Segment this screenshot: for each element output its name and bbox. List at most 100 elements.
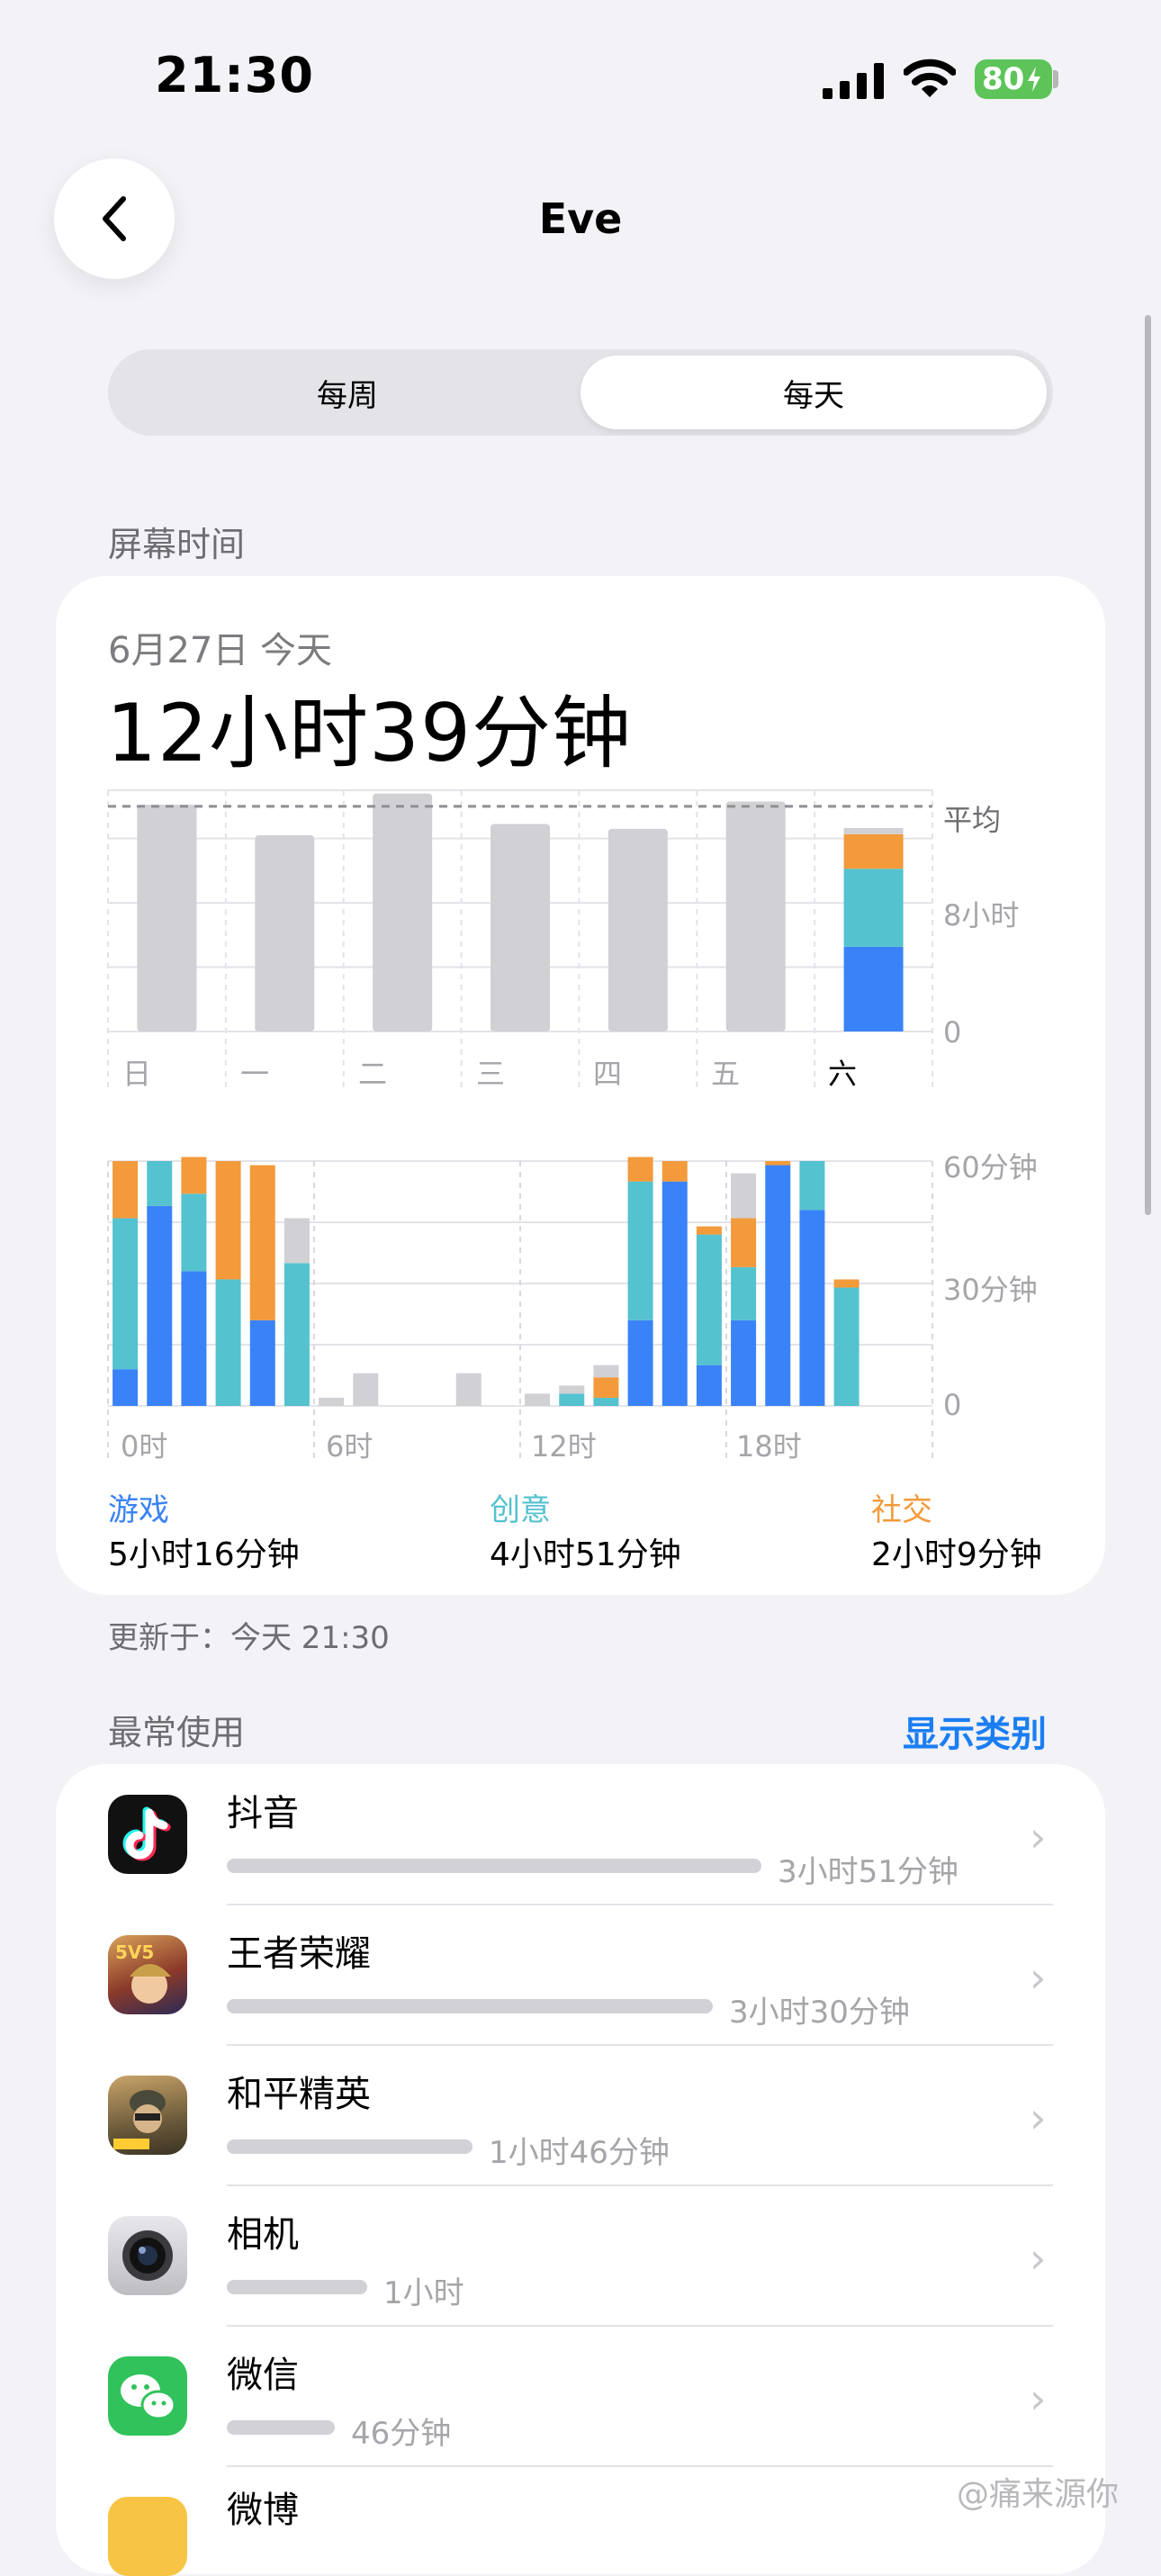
daily-bar — [490, 824, 550, 1031]
hourly-bar-creative — [833, 1287, 860, 1406]
daily-bar-segment-other — [843, 827, 904, 834]
daily-bar — [137, 805, 197, 1031]
hourly-bar-creative — [147, 1161, 173, 1206]
hourly-bar-other — [525, 1393, 551, 1406]
hourly-bar-games — [112, 1369, 139, 1406]
usage-bar — [227, 2420, 335, 2435]
hourly-bar-social — [215, 1161, 241, 1280]
legend-label-creative: 创意 — [490, 1492, 551, 1528]
app-row-wechat[interactable] — [56, 2327, 1105, 2465]
app-name: 微博 — [227, 2490, 299, 2531]
hourly-bar-other — [319, 1397, 345, 1406]
chevron-right-icon: › — [1030, 1813, 1047, 1861]
hourly-bar-creative — [627, 1181, 653, 1320]
app-usage-time: 1小时 — [383, 2275, 464, 2311]
daily-bar — [608, 828, 668, 1031]
app-name: 王者荣耀 — [227, 1933, 371, 1975]
svg-text:5V5: 5V5 — [115, 1941, 154, 1963]
daily-bar-segment-social — [843, 833, 904, 869]
hourly-bar-creative — [696, 1234, 722, 1365]
daily-bar-chart[interactable] — [0, 0, 1161, 1116]
day-label: 五 — [711, 1057, 741, 1091]
usage-bar — [227, 1859, 761, 1873]
hourly-bar-creative — [284, 1263, 310, 1406]
hourly-bar-social — [593, 1377, 619, 1398]
hourly-bar-creative — [215, 1279, 241, 1406]
app-name: 和平精英 — [227, 2074, 371, 2115]
day-label-today: 六 — [828, 1057, 858, 1091]
y-label-30min: 30分钟 — [943, 1273, 1038, 1307]
chevron-right-icon: › — [1030, 2234, 1047, 2283]
hourly-bar-social — [833, 1279, 860, 1288]
hourly-bar-social — [696, 1226, 722, 1235]
hourly-bar-games — [662, 1181, 688, 1406]
app-usage-time: 3小时51分钟 — [778, 1854, 958, 1890]
hourly-bar-creative — [799, 1161, 825, 1211]
hourly-bar-social — [249, 1165, 275, 1320]
legend-label-games: 游戏 — [108, 1492, 169, 1528]
douyin-icon — [108, 1795, 187, 1874]
hourly-bar-other — [455, 1373, 482, 1406]
hourly-bar-social — [112, 1161, 139, 1219]
app-row-camera[interactable] — [56, 2186, 1105, 2325]
hourly-bar-games — [181, 1271, 207, 1406]
y-label-average: 平均 — [943, 803, 1002, 837]
watermark: @痛来源你 — [957, 2476, 1120, 2513]
hourly-bar-other — [731, 1173, 757, 1219]
legend-label-social: 社交 — [871, 1492, 932, 1528]
hourly-bar-games — [765, 1165, 791, 1406]
section-title-most-used: 最常使用 — [108, 1713, 246, 1752]
daily-bar-segment-creative — [843, 869, 904, 947]
legend-value-games: 5小时16分钟 — [108, 1536, 300, 1573]
y-label-0min: 0 — [943, 1388, 962, 1422]
show-categories-link[interactable]: 显示类别 — [903, 1705, 1047, 1757]
chevron-right-icon: › — [1030, 2374, 1047, 2423]
wechat-icon — [108, 2356, 187, 2436]
hourly-bar-social — [627, 1157, 653, 1182]
hourly-bar-social — [765, 1161, 791, 1166]
hourly-bar-games — [799, 1210, 825, 1406]
app-usage-time: 3小时30分钟 — [729, 1995, 910, 2031]
hourly-bar-creative — [559, 1393, 585, 1406]
day-label: 二 — [358, 1057, 388, 1091]
usage-bar — [227, 1999, 713, 2013]
hourly-bar-games — [627, 1320, 653, 1406]
app-name: 相机 — [227, 2214, 299, 2256]
updated-time: 更新于：今天 21:30 — [108, 1620, 390, 1656]
hourly-bar-games — [249, 1320, 275, 1406]
hour-label: 6时 — [326, 1429, 374, 1464]
chevron-right-icon: › — [1030, 2094, 1047, 2142]
hour-label: 18时 — [736, 1429, 802, 1464]
daily-bar — [373, 793, 433, 1031]
hourly-bar-social — [662, 1161, 688, 1182]
honor-of-kings-icon: 5V5 — [108, 1935, 187, 2014]
camera-icon — [108, 2216, 187, 2295]
daily-bar-segment-games — [843, 946, 904, 1031]
y-label-0: 0 — [943, 1015, 962, 1049]
hourly-bar-social — [731, 1218, 757, 1267]
app-usage-time: 1小时46分钟 — [489, 2135, 670, 2171]
hourly-bar-creative — [593, 1397, 619, 1406]
day-label: 一 — [240, 1057, 270, 1091]
y-label-60min: 60分钟 — [943, 1150, 1038, 1184]
peacekeeper-elite-icon — [108, 2076, 187, 2155]
day-label: 四 — [593, 1057, 623, 1091]
app-row-honor-of-kings[interactable] — [56, 1905, 1105, 2044]
y-label-8h: 8小时 — [943, 898, 1020, 932]
hourly-bar-games — [696, 1365, 722, 1406]
hourly-bar-games — [731, 1320, 757, 1406]
app-name: 抖音 — [227, 1793, 299, 1834]
legend-value-creative: 4小时51分钟 — [490, 1536, 681, 1573]
chevron-right-icon: › — [1030, 1953, 1047, 2002]
hourly-bar-other — [593, 1365, 619, 1378]
hourly-bar-games — [147, 1205, 173, 1406]
hourly-bar-social — [181, 1157, 207, 1194]
hourly-bar-creative — [112, 1218, 139, 1370]
app-row-weibo[interactable] — [56, 2467, 1105, 2517]
usage-bar — [227, 2280, 367, 2294]
hourly-bar-other — [353, 1373, 379, 1406]
daily-bar — [725, 801, 786, 1031]
hour-label: 12时 — [531, 1429, 597, 1464]
day-label: 日 — [122, 1057, 152, 1091]
hourly-bar-creative — [731, 1266, 757, 1320]
